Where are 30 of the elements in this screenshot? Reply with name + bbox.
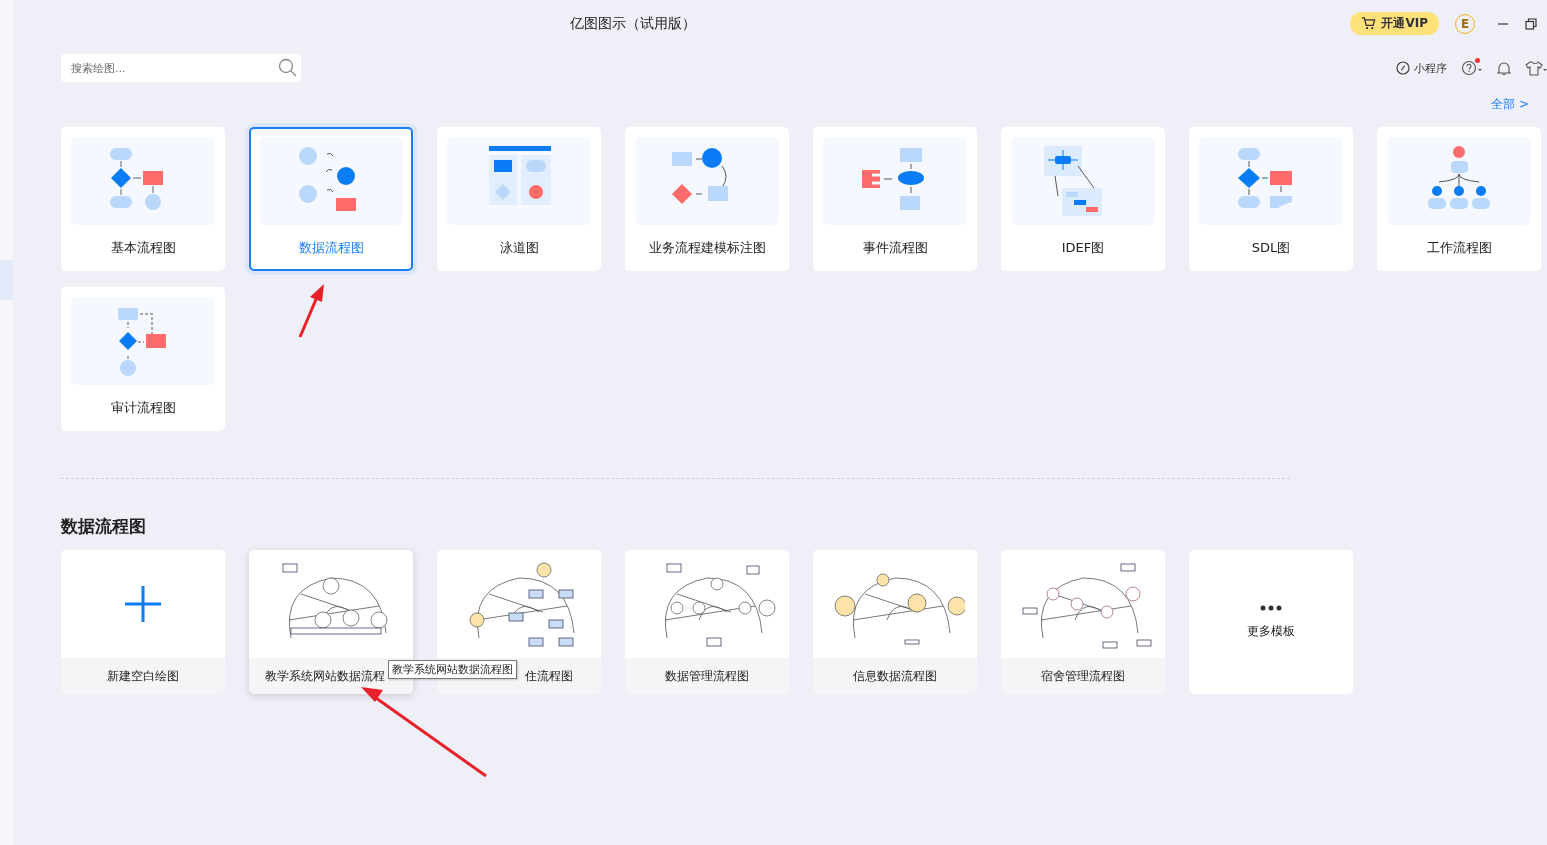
view-all-link[interactable]: 全部 > <box>1491 95 1529 113</box>
mini-program-link[interactable]: 小程序 <box>1396 60 1447 76</box>
help-icon[interactable] <box>1461 60 1483 76</box>
template-card[interactable]: 数据管理流程图 <box>625 550 789 694</box>
category-card[interactable]: 业务流程建模标注图 <box>625 127 789 271</box>
template-card[interactable]: 信息数据流程图 <box>813 550 977 694</box>
cart-icon <box>1361 17 1377 30</box>
restore-icon[interactable] <box>1525 17 1537 30</box>
vip-button[interactable]: 开通VIP <box>1350 12 1439 35</box>
search-field[interactable]: 搜索绘图... <box>61 54 301 82</box>
category-card[interactable]: 基本流程图 <box>61 127 225 271</box>
template-card[interactable]: 宿舍管理流程图 <box>1001 550 1165 694</box>
bell-icon[interactable] <box>1497 60 1511 76</box>
search-icon[interactable] <box>278 58 297 77</box>
category-card[interactable]: 泳道图 <box>437 127 601 271</box>
plus-icon <box>124 585 162 623</box>
tooltip: 教学系统网站数据流程图 <box>388 660 517 679</box>
window-title: 亿图图示（试用版） <box>570 14 696 33</box>
category-card[interactable]: 事件流程图 <box>813 127 977 271</box>
shirt-icon[interactable] <box>1525 60 1547 76</box>
category-card[interactable]: SDL图 <box>1189 127 1353 271</box>
category-card[interactable]: 工作流程图 <box>1377 127 1541 271</box>
more-icon <box>1260 604 1282 611</box>
template-card[interactable]: 新建空白绘图 <box>61 550 225 694</box>
mini-program-icon <box>1396 61 1410 75</box>
more-templates-label: 更多模板 <box>1247 622 1295 640</box>
category-card[interactable]: IDEF图 <box>1001 127 1165 271</box>
more-templates-card[interactable]: 更多模板 <box>1189 550 1353 694</box>
section-title: 数据流程图 <box>61 515 147 538</box>
category-card[interactable]: 审计流程图 <box>61 287 225 431</box>
